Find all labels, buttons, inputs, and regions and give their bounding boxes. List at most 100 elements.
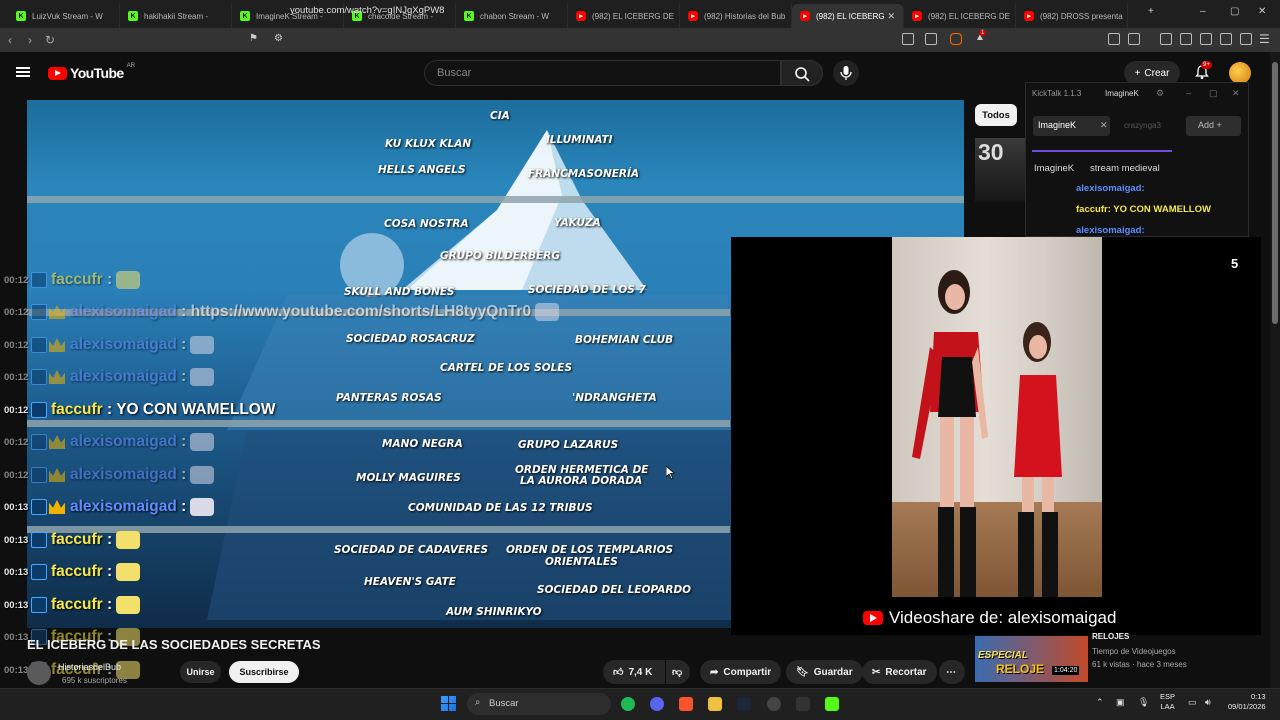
close-tab-icon[interactable]: ✕	[887, 11, 895, 22]
join-button[interactable]: Unirse	[180, 661, 221, 683]
discord-icon[interactable]	[650, 697, 664, 711]
iceberg-label: ILLUMINATI	[546, 134, 613, 146]
forward-icon[interactable]: ›	[20, 33, 40, 47]
close-icon[interactable]: ✕	[1232, 88, 1240, 99]
site-info-icon[interactable]: ⚙	[274, 33, 283, 44]
voice-search-button[interactable]	[833, 60, 859, 86]
brave-browser-icon[interactable]	[679, 697, 693, 711]
reload-icon[interactable]: ↻	[40, 33, 60, 47]
save-button[interactable]: 🔖︎ Guardar	[786, 660, 863, 684]
browser-tab[interactable]: ▸ (982) EL ICEBERG DE	[568, 4, 680, 28]
ai-assistant-icon[interactable]	[1220, 33, 1232, 45]
windows-start-icon[interactable]	[441, 696, 456, 711]
chat-tab-imaginek[interactable]: ImagineK ✕	[1033, 116, 1110, 136]
iceberg-label: SOCIEDAD DE CADAVERES	[334, 544, 489, 556]
brave-shields-icon[interactable]	[950, 33, 962, 45]
chat-message: : https://www.youtube.com/shorts/LH8tyyQ…	[181, 303, 532, 320]
maximize-icon[interactable]: ▢	[1209, 88, 1218, 99]
extension-icon[interactable]	[1108, 33, 1120, 45]
menu-icon[interactable]: ☰	[1259, 32, 1270, 46]
minimize-icon[interactable]: –	[1186, 88, 1191, 98]
maximize-window-icon[interactable]: ▢	[1230, 6, 1239, 17]
steam-icon[interactable]	[737, 697, 751, 711]
related-video-title[interactable]: RELOJES	[1092, 632, 1129, 641]
like-button[interactable]: 👍︎ 7,4 K	[603, 660, 665, 684]
wallet-icon[interactable]	[1200, 33, 1212, 45]
epic-games-icon[interactable]	[796, 697, 810, 711]
iceberg-label: COMUNIDAD DE LAS 12 TRIBUS	[408, 502, 593, 514]
minimize-window-icon[interactable]: –	[1200, 6, 1206, 17]
account-avatar[interactable]	[1229, 62, 1251, 84]
related-video-thumbnail[interactable]: 30	[975, 138, 1025, 202]
language-indicator[interactable]: ESP LAA	[1160, 692, 1175, 712]
settings-icon[interactable]: ⚙	[1156, 88, 1164, 99]
chat-username: alexisomaigad	[70, 336, 177, 353]
iceberg-level-divider	[27, 420, 730, 427]
browser-tab[interactable]: ▸ (982) EL ICEBERG DE	[904, 4, 1016, 28]
add-chat-button[interactable]: Add +	[1186, 116, 1241, 136]
filter-chip-todos[interactable]: Todos	[975, 104, 1017, 126]
crown-badge-icon	[49, 500, 65, 514]
tray-overflow-icon[interactable]: ⌃	[1096, 697, 1104, 708]
system-clock[interactable]: 0:13 09/01/2026	[1228, 692, 1266, 712]
video-title: EL ICEBERG DE LAS SOCIEDADES SECRETAS	[27, 637, 321, 652]
tray-mic-icon[interactable]: 🎙︎	[1138, 697, 1149, 708]
kicktalk-icon[interactable]	[825, 697, 839, 711]
like-count: 7,4 K	[628, 666, 653, 678]
search-button[interactable]	[781, 60, 823, 86]
obs-icon[interactable]	[767, 697, 781, 711]
sidebar-icon[interactable]	[1180, 33, 1192, 45]
chat-timestamp: 00:12	[4, 306, 29, 318]
tab-title: LuizVuk Stream - W	[32, 11, 103, 21]
browser-tab[interactable]: Kchabon Stream - W	[456, 4, 568, 28]
search-input[interactable]: Buscar	[424, 60, 781, 86]
chat-tab-crazynga3[interactable]: crazynga3	[1124, 121, 1161, 130]
install-app-icon[interactable]	[902, 33, 914, 45]
new-tab-icon[interactable]: +	[1148, 6, 1154, 17]
youtube-logo[interactable]: YouTube AR	[48, 63, 135, 81]
clip-button[interactable]: ✂ Recortar	[862, 660, 937, 684]
browser-tab[interactable]: ▸ (982) Historias del Bub	[680, 4, 792, 28]
chat-message: :	[181, 368, 187, 385]
iceberg-label: CARTEL DE LOS SOLES	[440, 362, 573, 374]
share-button[interactable]: ➦ Compartir	[700, 660, 782, 684]
back-icon[interactable]: ‹	[0, 33, 20, 47]
taskbar-search[interactable]: ⌕ Buscar	[467, 693, 611, 715]
browser-tab[interactable]: ▸ (982) EL ICEBERG ✕	[792, 4, 904, 28]
shorts-video[interactable]	[892, 237, 1102, 597]
browser-tab[interactable]: Khakihakii Stream -	[120, 4, 232, 28]
share-page-icon[interactable]	[925, 33, 937, 45]
scissors-icon: ✂	[872, 666, 881, 678]
dislike-button[interactable]: 👎︎	[666, 660, 690, 684]
channel-name: ImagineK	[1034, 163, 1075, 174]
verified-badge-icon	[31, 369, 47, 385]
more-actions-button[interactable]: ⋯	[939, 660, 965, 684]
chat-overlay-line: 00:12 alexisomaigad :	[4, 431, 215, 453]
channel-avatar[interactable]	[27, 661, 51, 685]
browser-tab[interactable]: ▸ (982) DROSS presenta	[1016, 4, 1128, 28]
kicktalk-window[interactable]: KickTalk 1.1.3 ImagineK ⚙ – ▢ ✕ ImagineK…	[1025, 82, 1249, 237]
spotify-icon[interactable]	[621, 697, 635, 711]
related-video-channel[interactable]: Tiempo de Videojuegos	[1092, 647, 1176, 656]
browser-tab[interactable]: K LuizVuk Stream - W	[8, 4, 120, 28]
chat-emote-icon	[116, 596, 141, 614]
chat-overlay-line: 00:13 faccufr :	[4, 561, 141, 583]
file-explorer-icon[interactable]	[708, 697, 722, 711]
close-window-icon[interactable]: ✕	[1258, 6, 1266, 17]
tray-app-icon[interactable]: ▣	[1116, 697, 1125, 708]
volume-icon[interactable]: 🔊︎	[1205, 697, 1211, 708]
subscribe-button[interactable]: Suscribirse	[229, 661, 299, 683]
iceberg-label: ORDEN DE LOS TEMPLARIOS	[506, 544, 674, 556]
screenshot-icon[interactable]	[1128, 33, 1140, 45]
scrollbar-thumb[interactable]	[1272, 62, 1278, 324]
network-icon[interactable]: ▭	[1188, 697, 1197, 708]
media-icon[interactable]	[1160, 33, 1172, 45]
bookmark-icon[interactable]: ⚑	[249, 33, 258, 44]
channel-name[interactable]: HistoriasdelBub	[58, 662, 121, 672]
url-field[interactable]: youtube.com/watch?v=gINJgXgPW8	[290, 5, 444, 16]
hamburger-menu-icon[interactable]	[16, 67, 30, 77]
clock-date: 09/01/2026	[1228, 702, 1266, 711]
vpn-icon[interactable]	[1240, 33, 1252, 45]
kicktalk-window-tab[interactable]: ImagineK	[1105, 89, 1139, 98]
close-tab-icon[interactable]: ✕	[1100, 120, 1108, 131]
